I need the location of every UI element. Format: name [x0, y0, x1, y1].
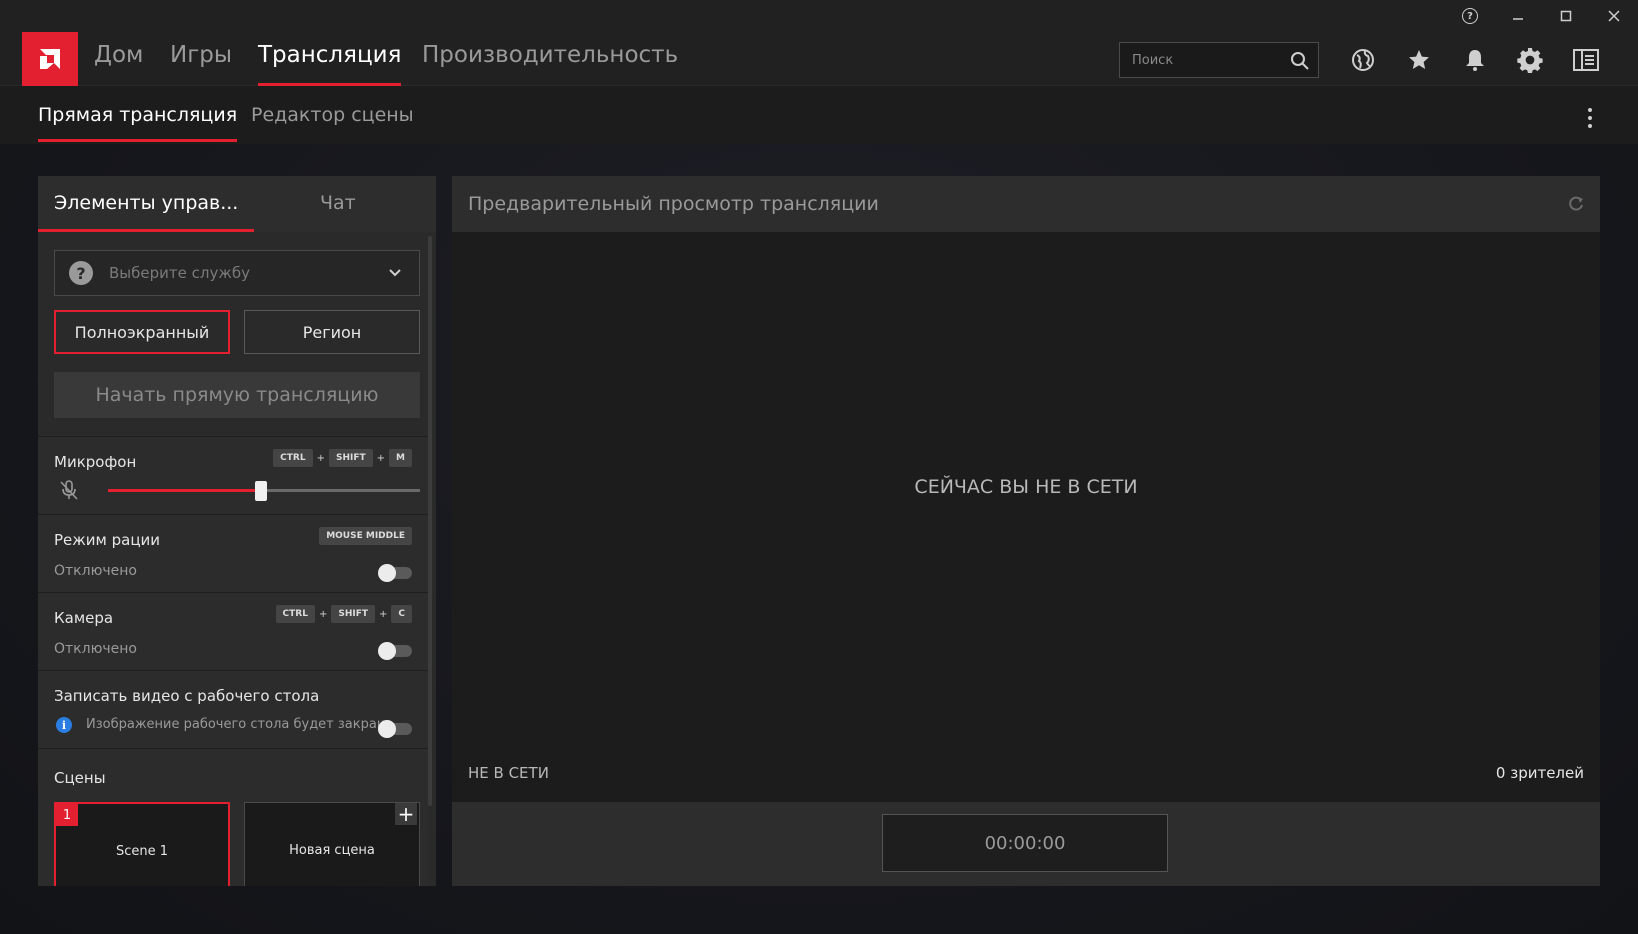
preview-footer: 00:00:00	[452, 802, 1600, 886]
radio-mode-toggle[interactable]	[378, 564, 412, 582]
sidebar-toggle-icon[interactable]	[1572, 46, 1600, 74]
question-icon: ?	[69, 261, 93, 285]
hotkey-shift: SHIFT	[331, 605, 375, 623]
chevron-down-icon	[389, 269, 401, 277]
controls-tabs: Элементы управ... Чат	[38, 176, 436, 232]
nav-performance[interactable]: Производительность	[422, 42, 678, 86]
desktop-capture-toggle[interactable]	[378, 720, 412, 738]
info-icon[interactable]: i	[56, 717, 72, 733]
stream-timer: 00:00:00	[882, 814, 1168, 872]
microphone-section: Микрофон CTRL + SHIFT + M	[38, 436, 428, 514]
plus-icon[interactable]: +	[395, 803, 417, 825]
radio-mode-section: Режим рации MOUSE MIDDLE Отключено	[38, 514, 428, 592]
tab-chat[interactable]: Чат	[320, 192, 356, 232]
desktop-capture-section: Записать видео с рабочего стола i Изобра…	[38, 670, 428, 748]
microphone-title: Микрофон	[54, 453, 137, 471]
title-bar: ?	[0, 0, 1638, 32]
region-button[interactable]: Регион	[244, 310, 420, 354]
offline-message: СЕЙЧАС ВЫ НЕ В СЕТИ	[914, 476, 1138, 498]
preview-title: Предварительный просмотр трансляции	[468, 193, 879, 215]
scenes-title: Сцены	[54, 769, 106, 787]
hotkey-mouse-middle: MOUSE MIDDLE	[319, 527, 412, 545]
hotkey-ctrl: CTRL	[273, 449, 313, 467]
minimize-button[interactable]	[1506, 4, 1530, 28]
fullscreen-button[interactable]: Полноэкранный	[54, 310, 230, 354]
more-options-icon[interactable]	[1586, 108, 1594, 128]
sub-nav: Прямая трансляция Редактор сцены	[0, 86, 1638, 144]
star-icon[interactable]	[1405, 46, 1433, 74]
help-icon[interactable]: ?	[1458, 4, 1482, 28]
amd-logo-icon	[40, 49, 60, 69]
viewer-count: 0 зрителей	[1495, 764, 1584, 782]
tab-scene-editor[interactable]: Редактор сцены	[251, 104, 414, 142]
amd-logo[interactable]	[22, 32, 78, 86]
stream-status: НЕ В СЕТИ	[468, 764, 549, 782]
hotkey-c: C	[391, 605, 412, 623]
start-stream-button[interactable]: Начать прямую трансляцию	[54, 372, 420, 418]
radio-mode-hotkeys: MOUSE MIDDLE	[319, 527, 412, 545]
camera-toggle[interactable]	[378, 642, 412, 660]
tab-live-stream[interactable]: Прямая трансляция	[38, 104, 238, 142]
new-scene-label: Новая сцена	[289, 843, 375, 858]
hotkey-m: M	[389, 449, 412, 467]
camera-status: Отключено	[54, 641, 137, 657]
microphone-hotkeys: CTRL + SHIFT + M	[273, 449, 412, 467]
desktop-capture-title: Записать видео с рабочего стола	[54, 687, 320, 705]
scene-name: Scene 1	[115, 844, 169, 859]
search-input[interactable]	[1132, 43, 1282, 77]
microphone-slider-fill	[108, 489, 261, 492]
nav-home[interactable]: Дом	[94, 42, 143, 86]
tab-controls[interactable]: Элементы управ...	[38, 192, 255, 232]
service-placeholder: Выберите службу	[109, 264, 250, 282]
camera-title: Камера	[54, 609, 114, 627]
refresh-icon[interactable]	[1566, 194, 1586, 214]
hotkey-shift: SHIFT	[328, 449, 373, 467]
search-icon[interactable]	[1290, 51, 1310, 71]
controls-panel: Элементы управ... Чат ? Выберите службу …	[38, 176, 436, 886]
search-box	[1119, 42, 1319, 78]
nav-streaming[interactable]: Трансляция	[258, 42, 402, 86]
close-button[interactable]	[1602, 4, 1626, 28]
camera-section: Камера CTRL + SHIFT + C Отключено	[38, 592, 428, 670]
radio-mode-status: Отключено	[54, 563, 137, 579]
mic-muted-icon[interactable]	[58, 479, 80, 501]
panel-scrollbar[interactable]	[428, 236, 432, 806]
new-scene-card[interactable]: + Новая сцена	[244, 802, 420, 886]
preview-panel: Предварительный просмотр трансляции СЕЙЧ…	[452, 176, 1600, 886]
scene-number-badge: 1	[56, 804, 78, 826]
bell-icon[interactable]	[1461, 46, 1489, 74]
hotkey-ctrl: CTRL	[275, 605, 315, 623]
nav-games[interactable]: Игры	[170, 42, 232, 86]
radio-mode-title: Режим рации	[54, 531, 161, 549]
scene-card[interactable]: 1 Scene 1	[54, 802, 230, 886]
top-nav: Дом Игры Трансляция Производительность	[0, 32, 1638, 86]
service-select[interactable]: ? Выберите службу	[54, 250, 420, 296]
camera-hotkeys: CTRL + SHIFT + C	[275, 605, 412, 623]
preview-header: Предварительный просмотр трансляции	[452, 176, 1600, 232]
maximize-button[interactable]	[1554, 4, 1578, 28]
gear-icon[interactable]	[1516, 46, 1544, 74]
globe-icon[interactable]	[1349, 46, 1377, 74]
desktop-capture-info: Изображение рабочего стола будет закраш.…	[86, 717, 402, 732]
microphone-slider-thumb[interactable]	[254, 481, 267, 501]
